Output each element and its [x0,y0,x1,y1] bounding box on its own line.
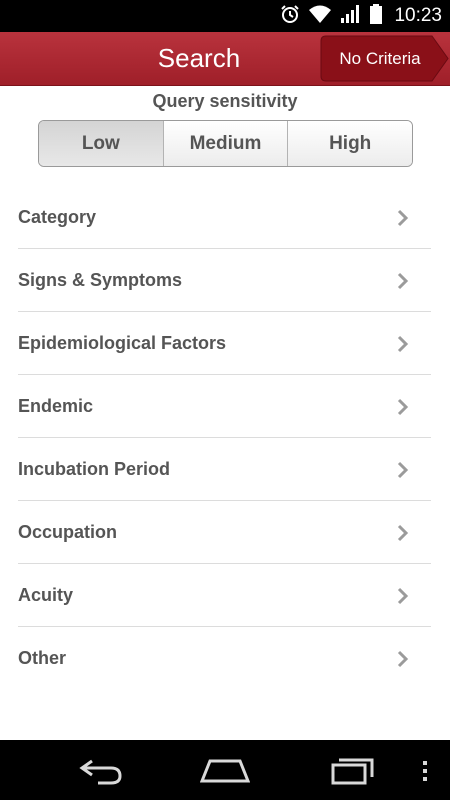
recent-apps-icon[interactable] [330,755,376,785]
chevron-right-icon [397,209,409,227]
home-icon[interactable] [200,755,250,785]
list-item-occupation[interactable]: Occupation [18,501,431,564]
sensitivity-label: Query sensitivity [152,91,298,111]
chevron-right-icon [397,587,409,605]
list-item-acuity[interactable]: Acuity [18,564,431,627]
list-item-label: Epidemiological Factors [18,333,227,353]
list-item-other[interactable]: Other [18,627,431,689]
chevron-right-icon [397,524,409,542]
list-item-label: Endemic [18,396,94,416]
list-item-label: Category [18,207,97,227]
list-item-label: Occupation [18,522,118,542]
criteria-list: Category Signs & Symptoms Epidemiologica… [18,186,431,689]
sensitivity-selector: Low Medium High [38,120,413,167]
list-item-epidemiological-factors[interactable]: Epidemiological Factors [18,312,431,375]
sensitivity-medium-option[interactable]: Medium [162,121,288,166]
app-header: Search No Criteria [0,32,450,86]
list-item-label: Signs & Symptoms [18,270,183,290]
list-item-label: Acuity [18,585,74,605]
chevron-right-icon [397,461,409,479]
list-item-incubation-period[interactable]: Incubation Period [18,438,431,501]
chevron-right-icon [397,272,409,290]
list-item-signs-symptoms[interactable]: Signs & Symptoms [18,249,431,312]
signal-icon [340,4,362,29]
back-icon[interactable] [78,755,124,785]
status-icons: 10:23 [280,0,442,32]
no-criteria-label: No Criteria [339,49,421,68]
list-item-endemic[interactable]: Endemic [18,375,431,438]
navigation-bar [0,740,450,800]
clock: 10:23 [394,5,442,26]
sensitivity-low-option[interactable]: Low [39,121,163,166]
status-bar: 10:23 [0,0,450,32]
wifi-icon [308,4,332,29]
list-item-category[interactable]: Category [18,186,431,249]
overflow-menu-icon[interactable] [420,755,430,785]
chevron-right-icon [397,398,409,416]
chevron-right-icon [397,650,409,668]
battery-icon [370,3,383,29]
list-item-label: Incubation Period [18,459,171,479]
list-item-label: Other [18,648,67,668]
sensitivity-high-option[interactable]: High [287,121,412,166]
alarm-icon [280,4,300,29]
chevron-right-icon [397,335,409,353]
no-criteria-button[interactable]: No Criteria [320,35,450,82]
